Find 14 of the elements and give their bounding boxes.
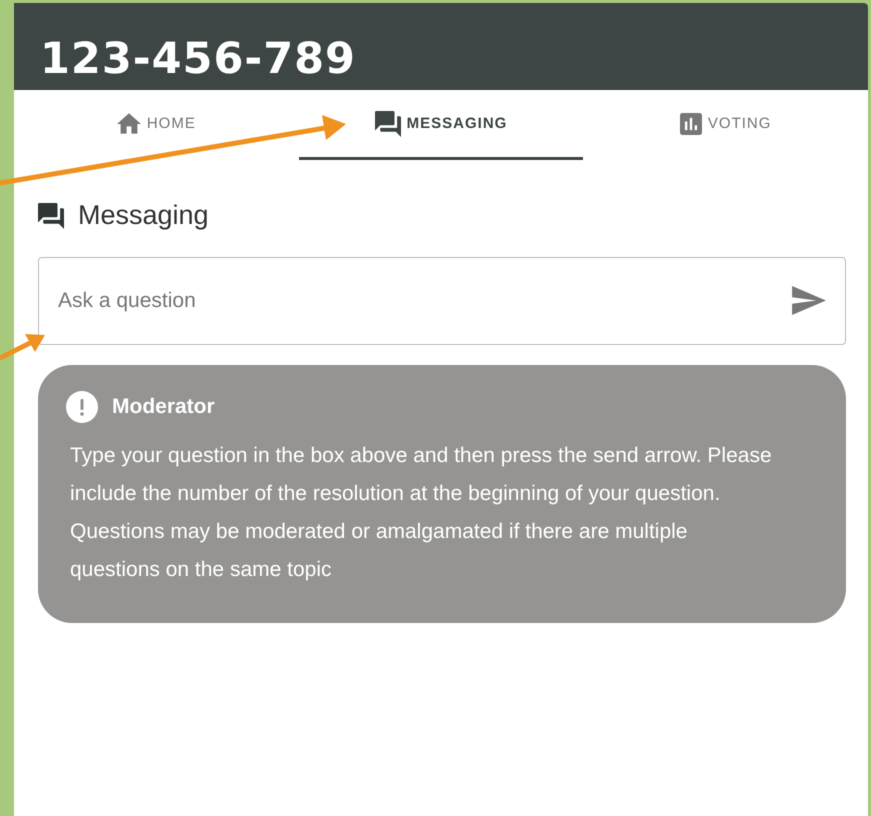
notice-text: Type your question in the box above and then press the send arrow. Please include the number of the resolution at the beginning of your question. Questions may be moderated or amalgamated if there are multiple questions on the same topic (70, 443, 773, 583)
chat-icon (374, 110, 401, 136)
nav-tab[interactable]: VOTING (583, 90, 868, 160)
chat-icon (38, 202, 64, 228)
section-title: Messaging (78, 200, 209, 231)
annotation-arrow (0, 334, 45, 360)
notice-title: Moderator (112, 395, 215, 419)
bar-chart-icon (680, 112, 702, 134)
header-title: 123-456-789 (40, 34, 356, 84)
home-icon (116, 112, 141, 134)
send-icon[interactable] (792, 286, 826, 315)
nav-tab[interactable]: HOME (14, 90, 299, 160)
question-field[interactable]: Ask a question (38, 257, 846, 345)
alert-icon (66, 391, 98, 423)
